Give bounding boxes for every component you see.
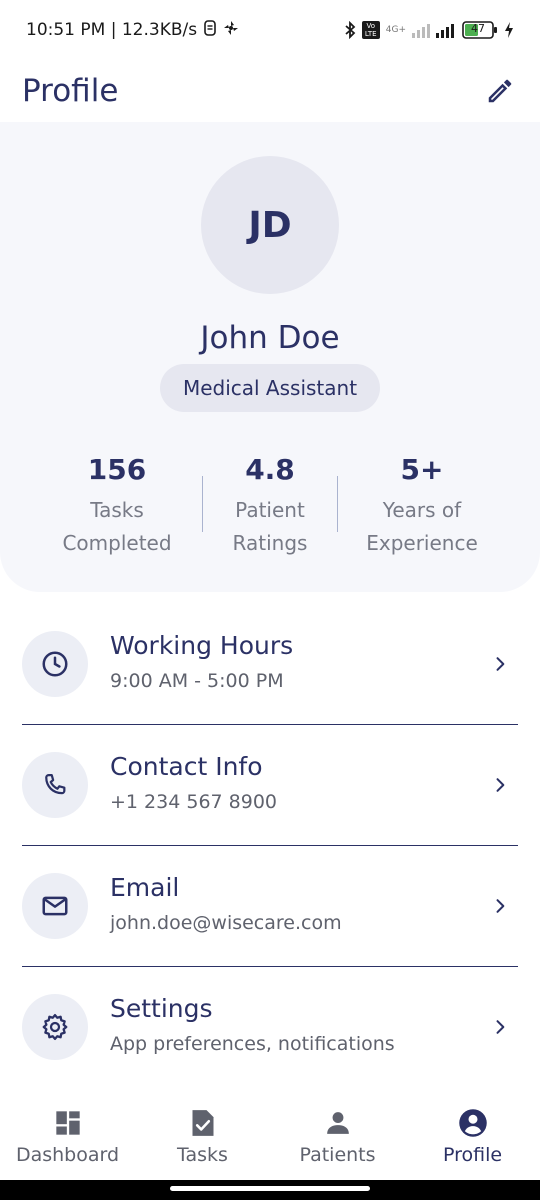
chevron-right-icon [488, 773, 512, 797]
info-subtitle: john.doe@wisecare.com [110, 912, 342, 934]
info-item-settings[interactable]: Settings App preferences, notifications [22, 967, 518, 1088]
info-subtitle: App preferences, notifications [110, 1033, 395, 1055]
info-item-contact-info[interactable]: Contact Info +1 234 567 8900 [22, 725, 518, 846]
stat-years-experience: 5+ Years of Experience [337, 450, 507, 560]
edit-profile-button[interactable] [482, 73, 518, 109]
stat-label: Patient Ratings [185, 494, 355, 560]
info-list: Working Hours 9:00 AM - 5:00 PM Contact … [22, 604, 518, 1088]
stat-value: 4.8 [245, 453, 295, 486]
info-item-email[interactable]: Email john.doe@wisecare.com [22, 846, 518, 967]
chevron-right-icon [488, 652, 512, 676]
nav-label: Patients [299, 1144, 376, 1166]
volte-badge: Vo LTE [361, 21, 380, 39]
info-title: Settings [110, 994, 213, 1023]
nav-item-patients[interactable]: Patients [270, 1090, 405, 1180]
stat-label-line1: Patient [235, 498, 305, 522]
info-icon-circle [22, 994, 88, 1060]
app-bar: Profile [0, 60, 540, 122]
stat-value: 156 [87, 453, 147, 486]
bottom-nav: Dashboard Tasks Patients Profile [0, 1090, 540, 1180]
profile-name: John Doe [200, 320, 340, 356]
status-time-speed: 10:51 PM | 12.3KB/s [26, 20, 198, 40]
info-title: Email [110, 873, 180, 902]
stat-label: Tasks Completed [32, 494, 202, 560]
stat-patient-ratings: 4.8 Patient Ratings [185, 450, 355, 560]
sim-icon [203, 19, 217, 41]
person-icon [323, 1108, 353, 1138]
fan-icon [223, 20, 239, 41]
avatar: JD [201, 156, 339, 294]
info-icon-circle [22, 631, 88, 697]
avatar-initials: JD [248, 204, 292, 246]
info-icon-circle [22, 752, 88, 818]
profile-card: JD John Doe Medical Assistant 156 Tasks … [0, 122, 540, 592]
account-circle-icon [458, 1108, 488, 1138]
stat-label-line2: Completed [62, 531, 172, 555]
info-subtitle: +1 234 567 8900 [110, 791, 278, 813]
chevron-right-icon [488, 894, 512, 918]
info-title: Working Hours [110, 631, 294, 660]
stat-value: 5+ [400, 453, 444, 486]
nav-label: Dashboard [15, 1144, 120, 1166]
nav-label: Profile [442, 1144, 503, 1166]
info-icon-circle [22, 873, 88, 939]
nav-item-tasks[interactable]: Tasks [135, 1090, 270, 1180]
battery-icon: 47 [462, 21, 498, 39]
bluetooth-icon [344, 21, 356, 39]
home-indicator[interactable] [170, 1186, 370, 1191]
pencil-icon [488, 79, 512, 103]
stat-label: Years of Experience [337, 494, 507, 560]
chevron-right-icon [488, 1015, 512, 1039]
clock-icon [42, 651, 68, 677]
nav-item-dashboard[interactable]: Dashboard [0, 1090, 135, 1180]
status-right: Vo LTE 4G+ 47 [344, 21, 514, 39]
stat-label-line2: Experience [366, 531, 478, 555]
stat-tasks-completed: 156 Tasks Completed [32, 450, 202, 560]
gear-icon [42, 1014, 68, 1040]
nav-label: Tasks [177, 1144, 228, 1166]
role-chip: Medical Assistant [160, 364, 380, 412]
nav-item-profile[interactable]: Profile [405, 1090, 540, 1180]
stat-label-line2: Ratings [232, 531, 308, 555]
dashboard-icon [53, 1108, 83, 1138]
stats-row: 156 Tasks Completed 4.8 Patient Ratings … [0, 450, 540, 560]
network-type: 4G+ [385, 25, 406, 35]
signal-icon [412, 22, 456, 38]
gesture-bar [0, 1180, 540, 1200]
info-title: Contact Info [110, 752, 263, 781]
info-subtitle: 9:00 AM - 5:00 PM [110, 670, 284, 692]
info-item-working-hours[interactable]: Working Hours 9:00 AM - 5:00 PM [22, 604, 518, 725]
mail-icon [42, 896, 68, 916]
role-label: Medical Assistant [182, 376, 358, 400]
stat-label-line1: Tasks [90, 498, 144, 522]
stat-label-line1: Years of [382, 498, 462, 522]
page-title: Profile [22, 73, 119, 109]
status-bar: 10:51 PM | 12.3KB/s Vo LTE 4G+ 47 [0, 0, 540, 60]
task-check-icon [188, 1108, 218, 1138]
charging-icon [504, 22, 514, 38]
phone-icon [45, 773, 66, 795]
battery-level: 47 [471, 22, 485, 35]
status-left: 10:51 PM | 12.3KB/s [26, 19, 239, 41]
